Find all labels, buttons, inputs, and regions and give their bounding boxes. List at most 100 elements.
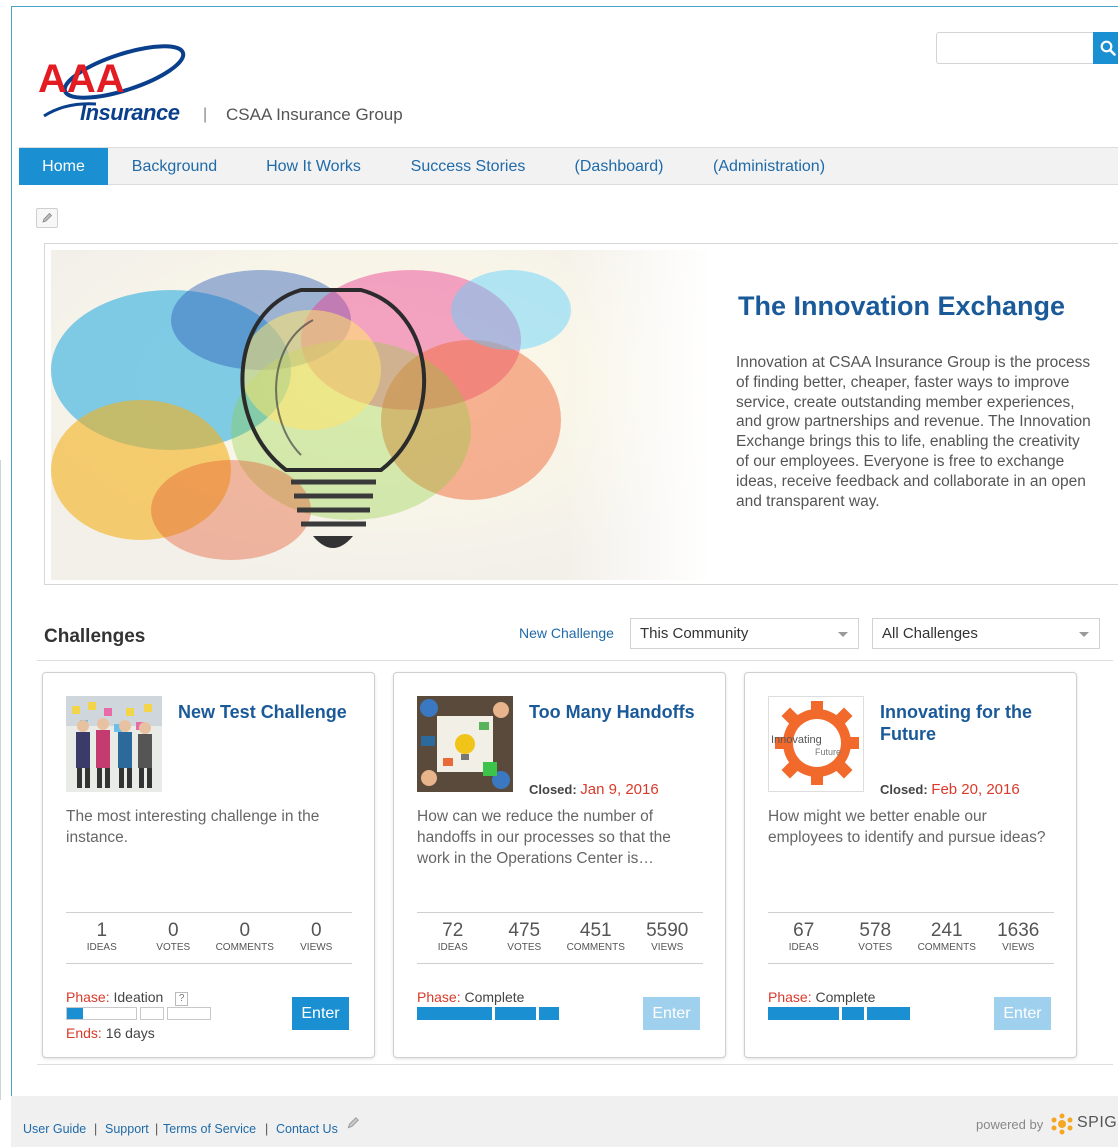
phase-progress-bar [768,1007,913,1021]
phase-segment [842,1007,864,1020]
section-divider [37,660,1113,661]
enter-button[interactable]: Enter [292,997,349,1030]
phase-segment [539,1007,559,1020]
challenge-stats: 1 IDEAS 0 VOTES 0 COMMENTS 0 VIEWS [66,912,352,964]
stat-value: 578 [859,920,892,941]
stat-label: VIEWS [300,942,333,953]
stat-ideas: 67 IDEAS [768,913,840,963]
page-frame-faint [0,460,1,1100]
challenge-description: The most interesting challenge in the in… [66,808,320,846]
challenge-card: Too Many Handoffs Closed: Jan 9, 2016 Ho… [393,672,726,1058]
phase-segment [417,1007,492,1020]
search-button[interactable] [1093,32,1118,64]
stat-votes: 578 VOTES [840,913,912,963]
challenge-type-select[interactable]: All Challenges [872,618,1100,649]
footer-divider [37,1064,1113,1065]
nav-success-stories[interactable]: Success Stories [399,148,537,185]
stat-label: VOTES [156,942,191,953]
nav-dashboard[interactable]: (Dashboard) [564,148,674,185]
ends-value: 16 days [105,1025,155,1041]
stat-votes: 0 VOTES [138,913,210,963]
thumbnail-caption-sub: Future [815,747,841,757]
challenge-ends: Ends: 16 days [66,1025,155,1041]
help-icon[interactable]: ? [175,992,189,1006]
phase-key: Phase: [417,989,461,1005]
search-icon [1100,40,1116,56]
challenge-stats: 72 IDEAS 475 VOTES 451 COMMENTS 5590 VIEWS [417,912,703,964]
nav-how-it-works[interactable]: How It Works [251,148,376,185]
chevron-down-icon [1079,632,1089,637]
footer-support-link[interactable]: Support [105,1122,149,1136]
hero-title: The Innovation Exchange [738,291,1066,321]
stat-ideas: 1 IDEAS [66,913,138,963]
phase-key: Phase: [66,989,110,1005]
closed-key: Closed: [529,782,577,797]
challenge-description: How might we better enable our employees… [768,808,1046,846]
brand-insurance: Insurance [80,100,180,125]
stat-value: 241 [930,920,963,941]
phase-segment [768,1007,839,1020]
footer-contact-link[interactable]: Contact Us [276,1122,338,1136]
main-nav: Home Background How It Works Success Sto… [19,147,1118,185]
footer-separator: | [155,1122,159,1136]
challenge-title[interactable]: New Test Challenge [178,701,368,723]
challenge-card: New Test Challenge The most interesting … [42,672,375,1058]
footer-separator: | [94,1122,98,1136]
stat-value: 475 [508,920,541,941]
challenge-thumbnail[interactable] [66,696,162,792]
phase-segment [495,1007,536,1020]
challenge-phase: Phase: Complete [417,989,524,1005]
challenge-title[interactable]: Too Many Handoffs [529,701,719,723]
thumbnail-caption: Innovating [771,734,822,746]
new-challenge-link[interactable]: New Challenge [519,625,614,641]
footer-user-guide-link[interactable]: User Guide [23,1122,86,1136]
nav-home[interactable]: Home [19,148,108,185]
stat-label: VIEWS [651,942,684,953]
stat-value: 0 [167,920,179,941]
challenge-description: How can we reduce the number of handoffs… [417,808,671,867]
enter-button[interactable]: Enter [643,997,700,1030]
edit-page-button[interactable] [36,208,58,228]
spigit-logo-icon [1051,1113,1073,1135]
challenge-thumbnail[interactable]: Innovating Future [768,696,864,792]
challenge-title[interactable]: Innovating for the Future [880,701,1070,745]
stat-comments: 451 COMMENTS [560,913,632,963]
stat-label: VOTES [507,942,542,953]
phase-key: Phase: [768,989,812,1005]
challenge-stats: 67 IDEAS 578 VOTES 241 COMMENTS 1636 VIEWS [768,912,1054,964]
hero-description: Innovation at CSAA Insurance Group is th… [736,354,1091,510]
enter-button[interactable]: Enter [994,997,1051,1030]
stat-value: 1636 [997,920,1040,941]
stat-label: IDEAS [437,942,468,953]
stat-comments: 241 COMMENTS [911,913,983,963]
footer-terms-link[interactable]: Terms of Service [163,1122,256,1136]
stat-value: 72 [442,920,464,941]
closed-date: Feb 20, 2016 [931,781,1020,798]
phase-segment [167,1007,211,1020]
phase-segment [867,1007,910,1020]
ends-key: Ends: [66,1025,102,1041]
challenges-heading: Challenges [44,626,146,647]
powered-by-label: powered by [976,1117,1044,1132]
nav-administration[interactable]: (Administration) [704,148,834,185]
edit-footer-button[interactable] [343,1114,363,1132]
community-filter-select[interactable]: This Community [630,618,859,649]
stat-label: IDEAS [788,942,819,953]
stat-value: 0 [239,920,251,941]
challenge-card: Innovating Future Innovating for the Fut… [744,672,1077,1058]
nav-background[interactable]: Background [119,148,230,185]
phase-value: Ideation [113,989,164,1005]
stat-votes: 475 VOTES [489,913,561,963]
stat-value: 67 [793,920,815,941]
brand-separator: | [203,106,208,123]
spigit-brand[interactable]: SPIGIT [1077,1114,1118,1132]
closed-date: Jan 9, 2016 [580,781,659,798]
page-frame-left [11,6,12,1096]
footer-separator: | [265,1122,269,1136]
challenge-phase: Phase: Ideation ? [66,989,189,1006]
search-input[interactable] [936,32,1094,64]
challenge-thumbnail[interactable] [417,696,513,792]
phase-progress-bar [417,1007,562,1021]
lightbulb-art-image [51,250,711,580]
stat-label: COMMENTS [566,942,625,953]
